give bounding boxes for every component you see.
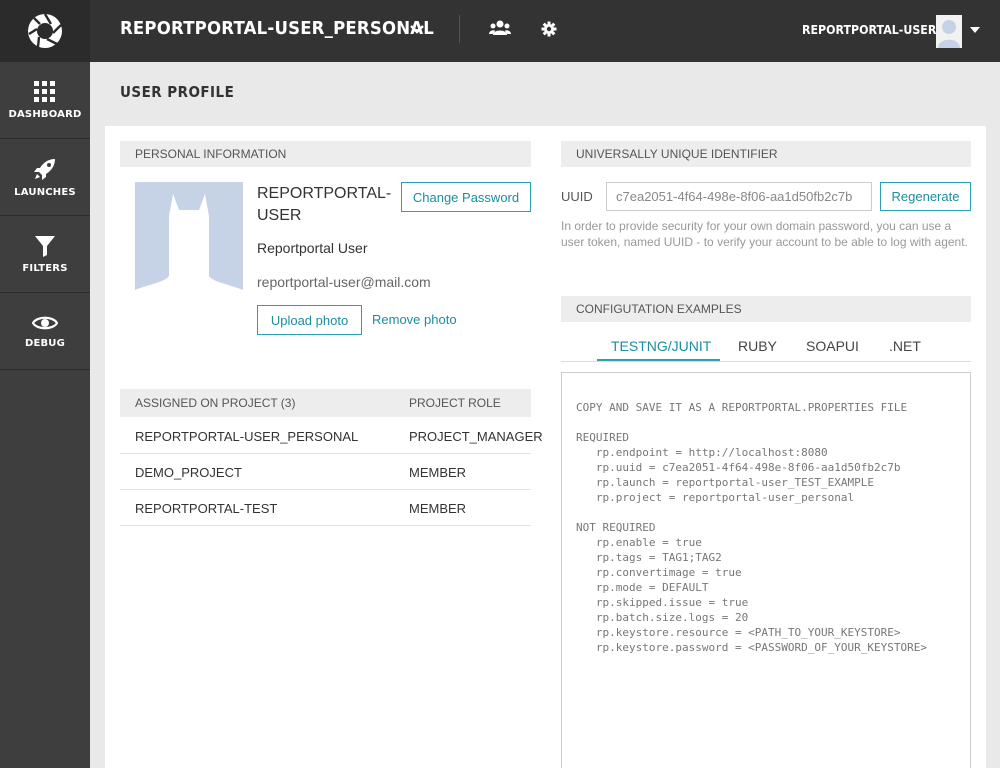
grid-icon bbox=[34, 80, 55, 102]
config-tabs: TESTNG/JUNIT RUBY SOAPUI .NET bbox=[561, 333, 971, 362]
user-name[interactable]: REPORTPORTAL-USER bbox=[802, 23, 936, 37]
page-title: USER PROFILE bbox=[120, 83, 235, 101]
nav-debug[interactable]: DEBUG bbox=[0, 293, 90, 370]
col-role-header: PROJECT ROLE bbox=[409, 396, 501, 410]
profile-full-name: Reportportal User bbox=[257, 240, 368, 256]
change-password-button[interactable]: Change Password bbox=[401, 182, 531, 212]
chevron-down-icon[interactable] bbox=[410, 24, 424, 34]
project-role: PROJECT_MANAGER bbox=[409, 429, 543, 444]
regenerate-button[interactable]: Regenerate bbox=[880, 182, 971, 211]
nav-filters[interactable]: FILTERS bbox=[0, 216, 90, 293]
aperture-logo-icon bbox=[28, 13, 62, 48]
project-name: DEMO_PROJECT bbox=[135, 465, 242, 480]
gear-icon[interactable] bbox=[541, 21, 557, 37]
nav-launches-label: LAUNCHES bbox=[14, 186, 76, 198]
config-heading: CONFIGUTATION EXAMPLES bbox=[561, 296, 971, 322]
filter-icon bbox=[35, 235, 55, 257]
nav-filters-label: FILTERS bbox=[22, 262, 68, 274]
nav-debug-label: DEBUG bbox=[24, 337, 66, 349]
members-icon[interactable] bbox=[489, 20, 511, 36]
tab-ruby[interactable]: RUBY bbox=[738, 338, 777, 354]
batman-silhouette-icon bbox=[135, 182, 243, 301]
config-code-block: COPY AND SAVE IT AS A REPORTPORTAL.PROPE… bbox=[561, 372, 971, 768]
eye-icon bbox=[32, 316, 58, 329]
project-name: REPORTPORTAL-TEST bbox=[135, 501, 278, 516]
project-role: MEMBER bbox=[409, 465, 467, 480]
uuid-heading: UNIVERSALLY UNIQUE IDENTIFIER bbox=[561, 141, 971, 167]
uuid-label: UUID bbox=[561, 189, 593, 204]
header-divider bbox=[459, 15, 460, 43]
tab-soapui[interactable]: SOAPUI bbox=[806, 338, 859, 354]
active-tab-indicator bbox=[597, 359, 720, 361]
rocket-icon bbox=[34, 158, 55, 180]
table-row: DEMO_PROJECT MEMBER bbox=[120, 454, 531, 490]
nav-launches[interactable]: LAUNCHES bbox=[0, 139, 90, 216]
remove-photo-link[interactable]: Remove photo bbox=[372, 312, 457, 327]
uuid-note: In order to provide security for your ow… bbox=[561, 219, 968, 249]
personal-info-heading: PERSONAL INFORMATION bbox=[120, 141, 531, 167]
profile-photo bbox=[135, 182, 243, 301]
project-name: REPORTPORTAL-USER_PERSONAL bbox=[135, 429, 359, 444]
tab-dotnet[interactable]: .NET bbox=[889, 338, 921, 354]
table-row: REPORTPORTAL-USER_PERSONAL PROJECT_MANAG… bbox=[120, 418, 543, 454]
project-role: MEMBER bbox=[409, 501, 467, 516]
nav-dashboard-label: DASHBOARD bbox=[8, 108, 82, 120]
user-silhouette-icon bbox=[936, 15, 962, 48]
table-row: REPORTPORTAL-TEST MEMBER bbox=[120, 490, 531, 526]
avatar[interactable] bbox=[936, 15, 962, 48]
project-selector[interactable]: REPORTPORTAL-USER_PERSONAL bbox=[120, 18, 434, 39]
top-header: REPORTPORTAL-USER_PERSONAL REPORTPORTAL-… bbox=[90, 0, 1000, 62]
nav-dashboard[interactable]: DASHBOARD bbox=[0, 62, 90, 139]
projects-table-header: ASSIGNED ON PROJECT (3) PROJECT ROLE bbox=[120, 389, 531, 417]
profile-email: reportportal-user@mail.com bbox=[257, 274, 431, 290]
uuid-input[interactable] bbox=[606, 182, 872, 211]
caret-down-icon[interactable] bbox=[970, 27, 980, 33]
app-logo[interactable] bbox=[0, 0, 90, 62]
profile-login: REPORTPORTAL-USER bbox=[257, 185, 392, 224]
col-project-header: ASSIGNED ON PROJECT (3) bbox=[135, 396, 296, 410]
sidebar: DASHBOARD LAUNCHES FILTERS DEBUG bbox=[0, 0, 90, 768]
upload-photo-button[interactable]: Upload photo bbox=[257, 305, 362, 335]
tab-testng-junit[interactable]: TESTNG/JUNIT bbox=[611, 338, 711, 354]
